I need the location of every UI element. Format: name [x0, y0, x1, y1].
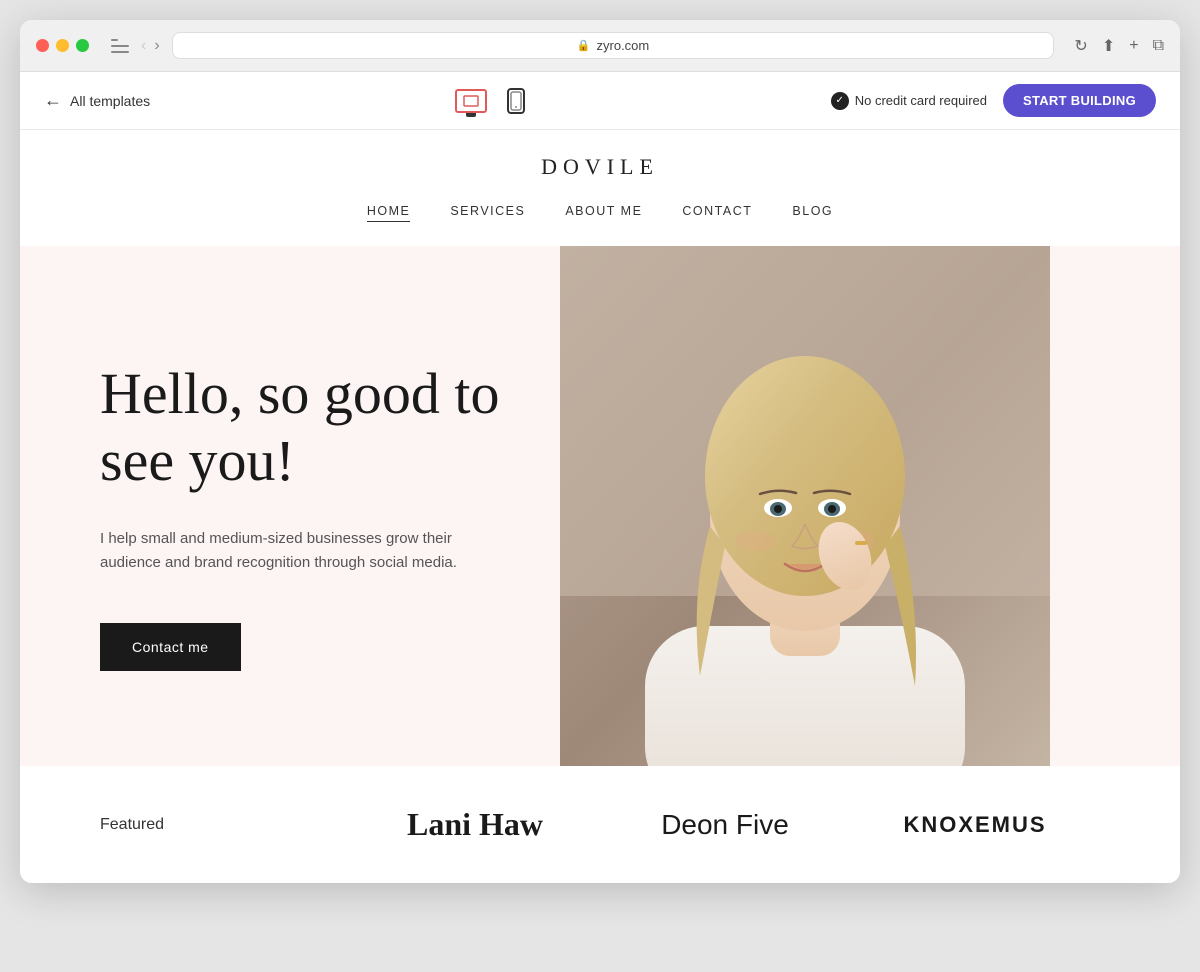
brand-deon-five: Deon Five — [600, 809, 850, 841]
windows-icon[interactable]: ⧉ — [1153, 37, 1164, 55]
nav-arrows: ‹ › — [141, 37, 160, 55]
nav-about[interactable]: ABOUT ME — [565, 204, 642, 222]
featured-label: Featured — [100, 816, 350, 834]
nav-services[interactable]: SERVICES — [450, 204, 525, 222]
back-label: All templates — [70, 93, 150, 109]
maximize-button[interactable] — [76, 39, 89, 52]
hero-title: Hello, so good to see you! — [100, 361, 500, 494]
url-text: zyro.com — [597, 38, 650, 53]
no-credit-label: ✓ No credit card required — [831, 92, 987, 110]
device-switcher — [455, 88, 525, 114]
nav-home[interactable]: HOME — [367, 204, 411, 222]
forward-arrow-icon[interactable]: › — [154, 37, 159, 55]
nav-contact[interactable]: CONTACT — [682, 204, 752, 222]
back-to-templates[interactable]: ← All templates — [44, 90, 150, 111]
contact-me-button[interactable]: Contact me — [100, 623, 241, 671]
site-logo: DOVILE — [20, 154, 1180, 180]
traffic-lights — [36, 39, 89, 52]
check-icon: ✓ — [831, 92, 849, 110]
browser-chrome: ‹ › 🔒 zyro.com ↻ ⬆ + ⧉ — [20, 20, 1180, 72]
desktop-view-button[interactable] — [455, 89, 487, 113]
site-header: DOVILE HOME SERVICES ABOUT ME CONTACT BL… — [20, 130, 1180, 246]
mobile-view-button[interactable] — [507, 88, 525, 114]
site-content: DOVILE HOME SERVICES ABOUT ME CONTACT BL… — [20, 130, 1180, 883]
minimize-button[interactable] — [56, 39, 69, 52]
back-arrow-icon: ← — [44, 90, 62, 111]
hero-section: Hello, so good to see you! I help small … — [20, 246, 1180, 766]
new-tab-icon[interactable]: + — [1129, 37, 1138, 55]
browser-window: ‹ › 🔒 zyro.com ↻ ⬆ + ⧉ ← All templates — [20, 20, 1180, 883]
close-button[interactable] — [36, 39, 49, 52]
brand-lani-haw: Lani Haw — [350, 806, 600, 843]
toolbar-right: ✓ No credit card required START BUILDING — [831, 84, 1156, 117]
start-building-button[interactable]: START BUILDING — [1003, 84, 1156, 117]
hero-image — [560, 246, 1050, 766]
app-toolbar: ← All templates ✓ No credit card r — [20, 72, 1180, 130]
browser-actions: ↻ ⬆ + ⧉ — [1074, 36, 1164, 56]
nav-blog[interactable]: BLOG — [792, 204, 833, 222]
hero-subtitle: I help small and medium-sized businesses… — [100, 527, 460, 575]
brand-knoxemus: KNOXEMUS — [850, 812, 1100, 838]
sidebar-toggle-icon[interactable] — [111, 39, 129, 53]
share-icon[interactable]: ⬆ — [1102, 36, 1115, 56]
lock-icon: 🔒 — [577, 39, 591, 52]
address-bar[interactable]: 🔒 zyro.com — [172, 32, 1055, 59]
back-arrow-icon[interactable]: ‹ — [141, 37, 146, 55]
hero-content: Hello, so good to see you! I help small … — [20, 246, 560, 766]
site-nav: HOME SERVICES ABOUT ME CONTACT BLOG — [20, 196, 1180, 234]
featured-section: Featured Lani Haw Deon Five KNOXEMUS — [20, 766, 1180, 883]
reload-icon[interactable]: ↻ — [1074, 36, 1087, 56]
